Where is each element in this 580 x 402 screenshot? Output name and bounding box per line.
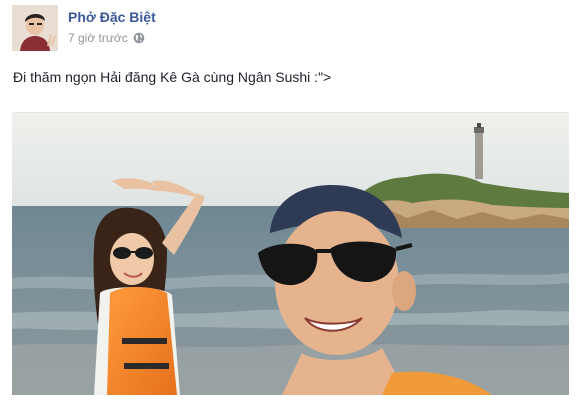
post-timestamp-link[interactable]: 7 giờ trước (68, 31, 128, 45)
post-meta: 7 giờ trước (68, 31, 145, 45)
avatar-photo (12, 5, 58, 51)
author-avatar[interactable] (12, 5, 58, 51)
post-photo[interactable] (12, 112, 569, 395)
post-text: Đi thăm ngọn Hải đăng Kê Gà cùng Ngân Su… (13, 69, 332, 85)
globe-icon[interactable] (133, 32, 145, 44)
beach-selfie-image (12, 113, 569, 395)
author-name-link[interactable]: Phở Đặc Biệt (68, 9, 156, 25)
facebook-post: Phở Đặc Biệt 7 giờ trước Đi thăm ngọn Hả… (0, 0, 580, 402)
